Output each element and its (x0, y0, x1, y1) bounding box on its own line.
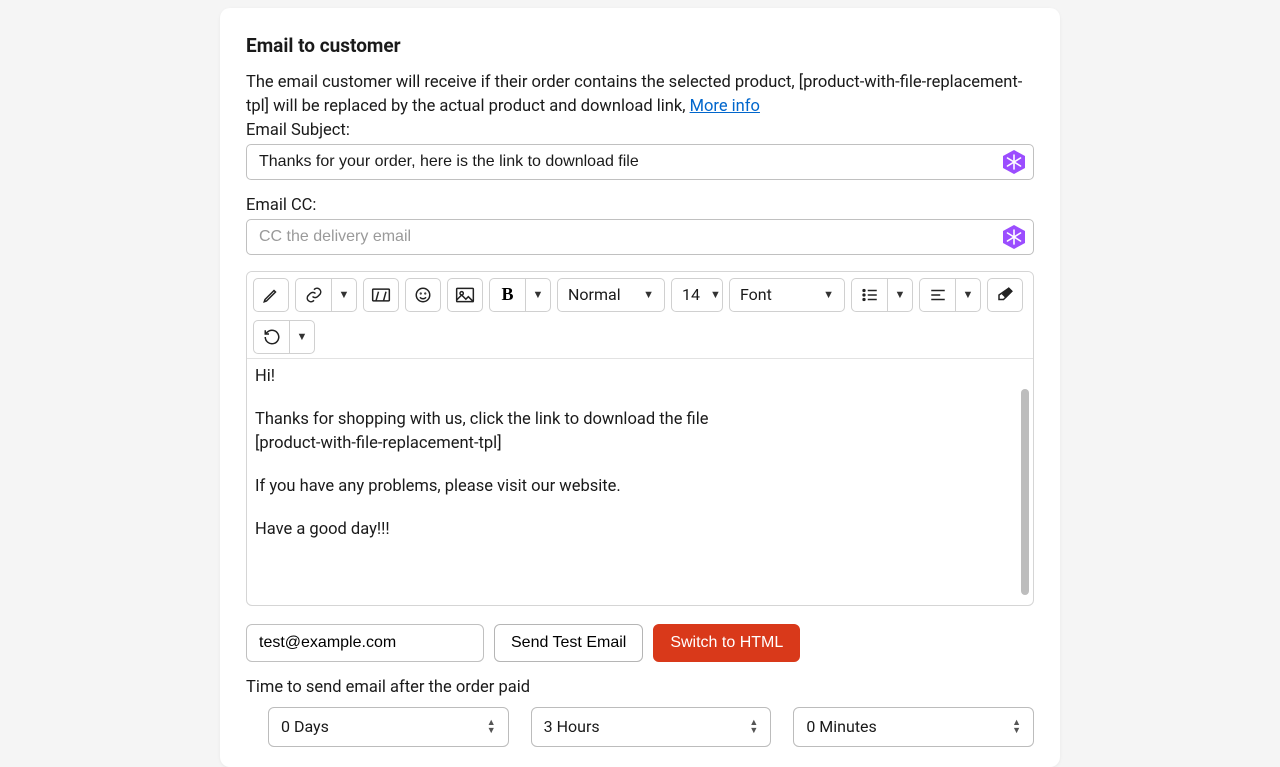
delay-days-select[interactable]: 0 Days ▲▼ (268, 707, 509, 747)
bold-icon[interactable]: B (489, 278, 525, 312)
delay-selects-row: 0 Days ▲▼ 3 Hours ▲▼ 0 Minutes ▲▼ (246, 707, 1034, 747)
stepper-icon: ▲▼ (1012, 719, 1021, 735)
chevron-down-icon: ▼ (643, 288, 654, 301)
email-settings-card: Email to customer The email customer wil… (220, 8, 1060, 767)
switch-to-html-button[interactable]: Switch to HTML (653, 624, 800, 662)
undo-icon[interactable] (253, 320, 289, 354)
image-icon[interactable] (447, 278, 483, 312)
delay-hours-value: 3 Hours (544, 717, 600, 736)
pen-icon[interactable] (253, 278, 289, 312)
card-title: Email to customer (246, 34, 1034, 57)
template-variable-icon[interactable] (363, 278, 399, 312)
paragraph-format-value: Normal (568, 285, 621, 304)
body-line: Thanks for shopping with us, click the l… (255, 408, 1021, 433)
more-info-link[interactable]: More info (690, 97, 760, 116)
list-button-group: ▼ (851, 278, 913, 312)
emoji-icon[interactable] (405, 278, 441, 312)
bold-dropdown[interactable]: ▼ (525, 278, 551, 312)
scrollbar[interactable] (1021, 389, 1029, 595)
align-button-group: ▼ (919, 278, 981, 312)
stepper-icon: ▲▼ (749, 719, 758, 735)
chevron-down-icon: ▼ (823, 288, 834, 301)
link-button-group: ▼ (295, 278, 357, 312)
email-body-editor: ▼ B ▼ Normal ▼ 14 (246, 271, 1034, 606)
font-size-select[interactable]: 14 ▼ (671, 278, 723, 312)
subject-input[interactable] (246, 144, 1034, 180)
list-icon[interactable] (851, 278, 887, 312)
delay-days-value: 0 Days (281, 717, 329, 736)
chevron-down-icon: ▼ (710, 288, 721, 301)
send-test-email-button[interactable]: Send Test Email (494, 624, 643, 662)
ai-assist-icon[interactable] (1001, 224, 1027, 250)
stepper-icon: ▲▼ (487, 719, 496, 735)
body-line: Have a good day!!! (255, 518, 1021, 543)
description-text: The email customer will receive if their… (246, 73, 1022, 116)
test-email-input[interactable] (246, 624, 484, 662)
font-family-value: Font (740, 285, 772, 304)
cc-input-wrap (246, 219, 1034, 255)
delay-minutes-value: 0 Minutes (806, 717, 876, 736)
undo-button-group: ▼ (253, 320, 315, 354)
subject-label: Email Subject: (246, 121, 1034, 140)
email-body-textarea[interactable]: Hi! Thanks for shopping with us, click t… (247, 359, 1033, 605)
font-size-value: 14 (682, 285, 700, 304)
card-description: The email customer will receive if their… (246, 71, 1034, 119)
undo-dropdown[interactable]: ▼ (289, 320, 315, 354)
body-line: Hi! (255, 365, 1021, 390)
cc-label: Email CC: (246, 196, 1034, 215)
subject-input-wrap (246, 144, 1034, 180)
align-icon[interactable] (919, 278, 955, 312)
eraser-icon[interactable] (987, 278, 1023, 312)
cc-input[interactable] (246, 219, 1034, 255)
delay-label: Time to send email after the order paid (246, 678, 1034, 697)
align-dropdown[interactable]: ▼ (955, 278, 981, 312)
editor-toolbar: ▼ B ▼ Normal ▼ 14 (247, 272, 1033, 359)
font-family-select[interactable]: Font ▼ (729, 278, 845, 312)
ai-assist-icon[interactable] (1001, 149, 1027, 175)
bold-button-group: B ▼ (489, 278, 551, 312)
paragraph-format-select[interactable]: Normal ▼ (557, 278, 665, 312)
link-icon[interactable] (295, 278, 331, 312)
body-line: If you have any problems, please visit o… (255, 475, 1021, 500)
list-dropdown[interactable]: ▼ (887, 278, 913, 312)
link-dropdown[interactable]: ▼ (331, 278, 357, 312)
delay-hours-select[interactable]: 3 Hours ▲▼ (531, 707, 772, 747)
body-line: [product-with-file-replacement-tpl] (255, 432, 1021, 457)
actions-row: Send Test Email Switch to HTML (246, 624, 1034, 662)
delay-minutes-select[interactable]: 0 Minutes ▲▼ (793, 707, 1034, 747)
